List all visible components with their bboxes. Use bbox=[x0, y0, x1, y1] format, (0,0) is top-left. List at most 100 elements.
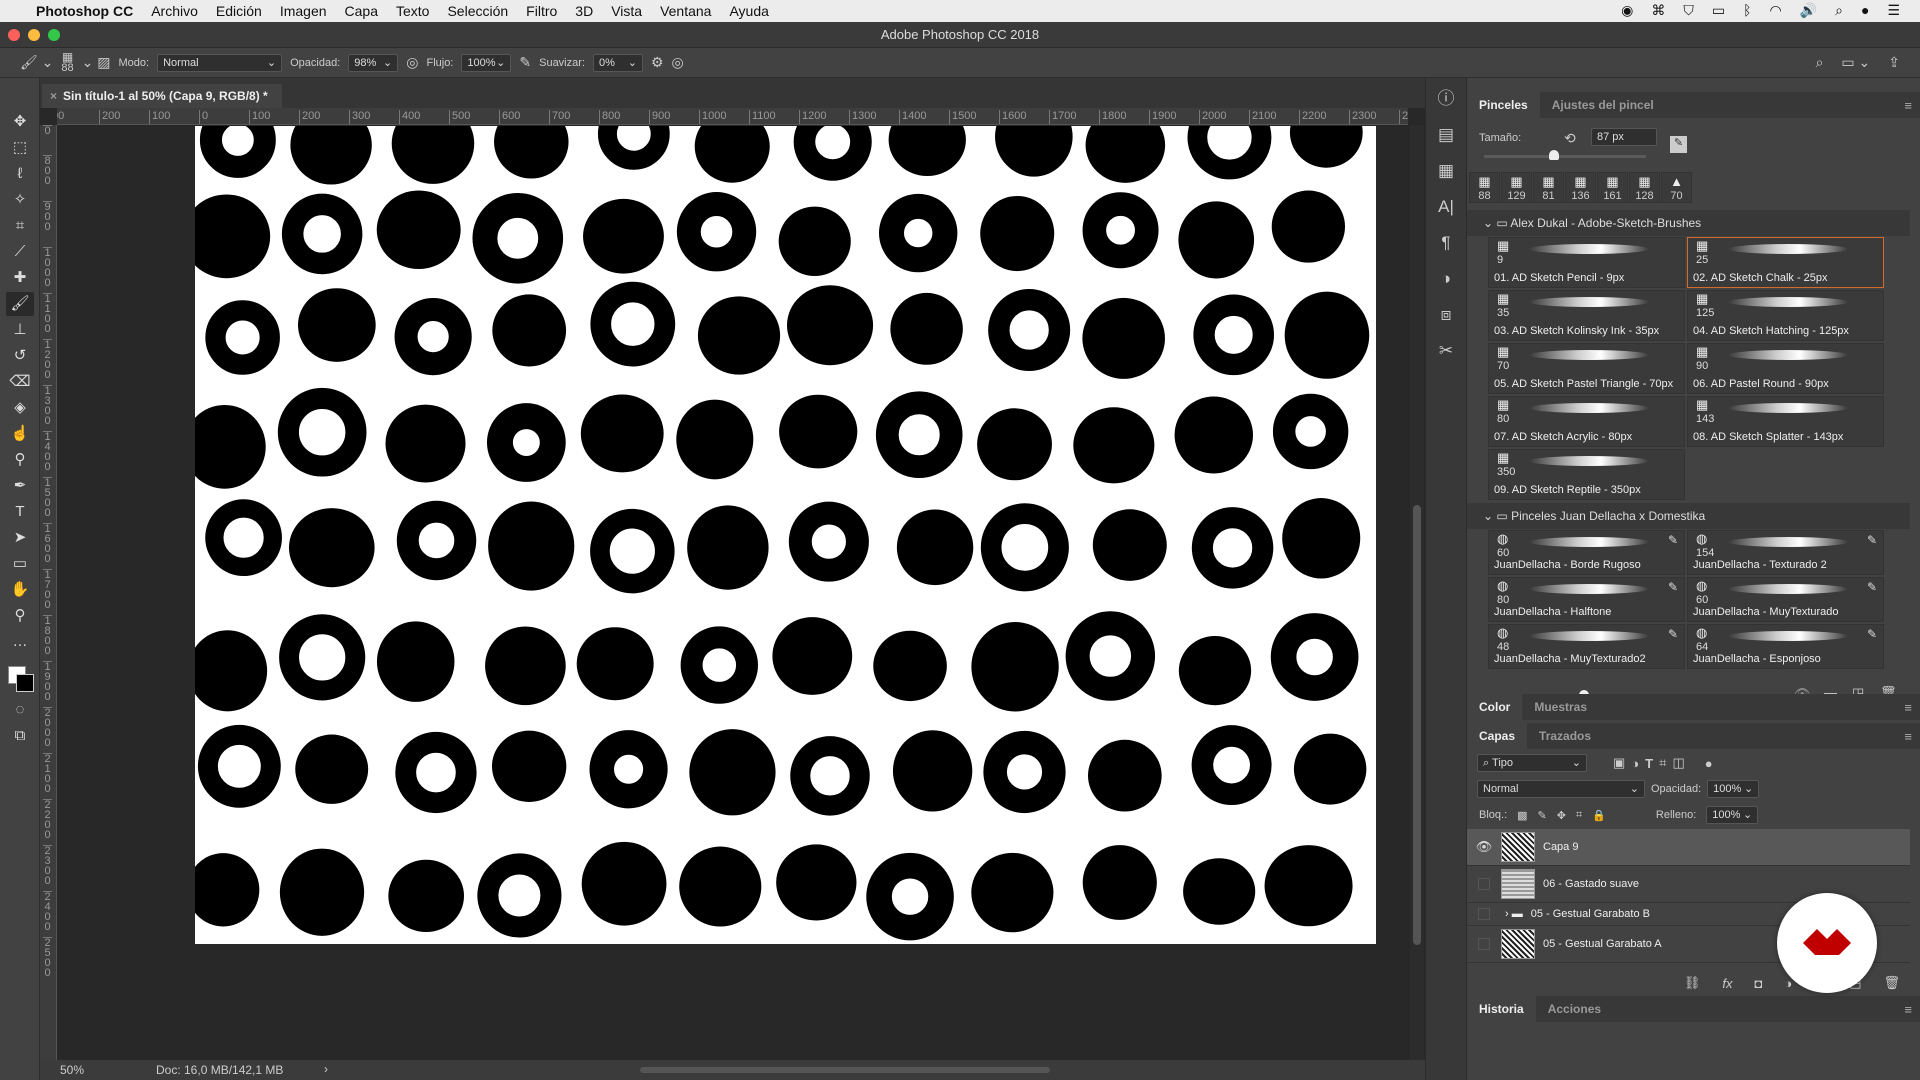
filter-toggle[interactable]: ● bbox=[1705, 756, 1713, 771]
brush-item[interactable]: ▦ 125 04. AD Sketch Hatching - 125px bbox=[1687, 290, 1884, 341]
menu-capa[interactable]: Capa bbox=[345, 3, 378, 19]
add-mask-icon[interactable]: ◘ bbox=[1754, 976, 1762, 991]
brush-preset[interactable]: ▦ 128 bbox=[1629, 172, 1660, 203]
shield-icon[interactable]: ⛉ bbox=[1683, 2, 1694, 19]
mode-select[interactable]: Normal ⌄ bbox=[157, 53, 283, 72]
menu-app[interactable]: Photoshop CC bbox=[36, 3, 133, 19]
brush-item[interactable]: ▦ 80 07. AD Sketch Acrylic - 80px bbox=[1488, 396, 1685, 447]
brush-edit-icon[interactable]: ✎ bbox=[1668, 533, 1678, 547]
brush-item[interactable]: ◍ 48 JuanDellacha - MuyTexturado2 ✎ bbox=[1488, 624, 1685, 669]
visibility-toggle[interactable] bbox=[1478, 908, 1490, 920]
pressure-size-icon[interactable]: ◎ bbox=[672, 54, 684, 71]
share-icon[interactable]: ⇪ bbox=[1888, 54, 1900, 71]
tab-acciones[interactable]: Acciones bbox=[1536, 996, 1613, 1022]
chevron-down-icon[interactable]: ⌄ ▭ bbox=[1483, 509, 1511, 523]
brush-tool-icon[interactable]: 🖌 ⌄ bbox=[20, 54, 53, 71]
brush-item[interactable]: ◍ 80 JuanDellacha - Halftone ✎ bbox=[1488, 577, 1685, 622]
more-icon[interactable]: … bbox=[6, 630, 34, 654]
brush-item[interactable]: ▦ 70 05. AD Sketch Pastel Triangle - 70px bbox=[1488, 343, 1685, 394]
zoom-button[interactable] bbox=[48, 29, 60, 41]
brush-preset[interactable]: ▦ 136 bbox=[1565, 172, 1596, 203]
dodge-icon[interactable]: ⚲ bbox=[6, 448, 34, 472]
reset-size-icon[interactable]: ⟲ bbox=[1564, 130, 1576, 147]
eraser-icon[interactable]: ⌫ bbox=[6, 370, 34, 394]
filter-smart-object-icon[interactable]: ◫ bbox=[1672, 755, 1684, 771]
hand-icon[interactable]: ✋ bbox=[6, 578, 34, 602]
brush-preset[interactable]: ▲ 70 bbox=[1661, 172, 1692, 203]
panel-menu-icon[interactable]: ≡ bbox=[1904, 98, 1912, 113]
adjustments-icon[interactable]: ◑ bbox=[1431, 264, 1461, 294]
workspace-icon[interactable]: ▭ ⌄ bbox=[1841, 54, 1870, 71]
quick-mask-icon[interactable]: ◌ bbox=[6, 698, 34, 722]
wifi-icon[interactable]: ◠ bbox=[1769, 2, 1781, 19]
document-tab[interactable]: × Sin título-1 al 50% (Capa 9, RGB/8) * bbox=[42, 84, 282, 108]
airbrush-icon[interactable]: ✎ bbox=[519, 54, 531, 71]
magic-wand-icon[interactable]: ✧ bbox=[6, 188, 34, 212]
menu-edición[interactable]: Edición bbox=[216, 3, 262, 19]
eye-icon[interactable]: 👁 bbox=[1467, 839, 1501, 855]
screen-mode-icon[interactable]: ⧉ bbox=[6, 724, 34, 748]
brush-edit-icon[interactable]: ✎ bbox=[1867, 580, 1877, 594]
bucket-icon[interactable]: ◈ bbox=[6, 396, 34, 420]
3d-icon[interactable]: ⧈ bbox=[1431, 300, 1461, 330]
menu-texto[interactable]: Texto bbox=[396, 3, 429, 19]
link-layers-icon[interactable]: ⛓ bbox=[1684, 975, 1701, 991]
size-slider[interactable] bbox=[1484, 150, 1646, 160]
tab-pinceles[interactable]: Pinceles bbox=[1467, 92, 1540, 118]
layer-opacity-field[interactable]: 100% ⌄ bbox=[1707, 780, 1760, 798]
close-tab-icon[interactable]: × bbox=[50, 89, 57, 103]
zoom-icon[interactable]: ⚲ bbox=[6, 604, 34, 628]
brush-group-header[interactable]: ⌄ ▭ Alex Dukal - Adobe-Sketch-Brushes bbox=[1467, 210, 1910, 236]
tab-muestras[interactable]: Muestras bbox=[1522, 694, 1599, 720]
panel-menu-icon[interactable]: ≡ bbox=[1904, 700, 1912, 715]
opacity-field[interactable]: 98% ⌄ bbox=[348, 53, 399, 72]
brush-edit-icon[interactable]: ✎ bbox=[1668, 627, 1678, 641]
brush-item[interactable]: ◍ 60 JuanDellacha - MuyTexturado ✎ bbox=[1687, 577, 1884, 622]
menu-archivo[interactable]: Archivo bbox=[151, 3, 198, 19]
lock-pixels-icon[interactable]: ✎ bbox=[1538, 809, 1547, 822]
menu-selección[interactable]: Selección bbox=[447, 3, 508, 19]
character-icon[interactable]: A| bbox=[1431, 192, 1461, 222]
visibility-toggle[interactable] bbox=[1478, 938, 1490, 950]
canvas[interactable] bbox=[195, 126, 1376, 944]
blend-mode-select[interactable]: Normal ⌄ bbox=[1477, 780, 1645, 798]
search-icon[interactable]: ⌕ bbox=[1835, 2, 1843, 19]
info-icon[interactable]: ⓘ bbox=[1431, 84, 1461, 114]
brush-item[interactable]: ◍ 154 JuanDellacha - Texturado 2 ✎ bbox=[1687, 530, 1884, 575]
brush-item[interactable]: ▦ 143 08. AD Sketch Splatter - 143px bbox=[1687, 396, 1884, 447]
panel-menu-icon[interactable]: ≡ bbox=[1904, 1002, 1912, 1017]
brush-settings-icon[interactable]: ✎ bbox=[1670, 136, 1687, 153]
move-icon[interactable]: ✥ bbox=[6, 110, 34, 134]
minimize-button[interactable] bbox=[28, 29, 40, 41]
layer-row[interactable]: 👁 Capa 9 bbox=[1467, 829, 1910, 866]
filter-pixel-icon[interactable]: ▣ bbox=[1613, 755, 1625, 771]
brush-edit-icon[interactable]: ✎ bbox=[1668, 580, 1678, 594]
menu-ventana[interactable]: Ventana bbox=[660, 3, 711, 19]
filter-shape-icon[interactable]: ⌗ bbox=[1659, 755, 1666, 771]
lock-position-icon[interactable]: ✥ bbox=[1557, 809, 1566, 822]
brush-item[interactable]: ▦ 9 01. AD Sketch Pencil - 9px bbox=[1488, 237, 1685, 288]
record-icon[interactable]: ◉ bbox=[1621, 2, 1633, 19]
brush-group-header[interactable]: ⌄ ▭ Pinceles Juan Dellacha x Domestika bbox=[1467, 503, 1910, 529]
brush-item[interactable]: ▦ 350 09. AD Sketch Reptile - 350px bbox=[1488, 449, 1685, 500]
display-icon[interactable]: ▭ bbox=[1712, 2, 1725, 19]
brush-item[interactable]: ◍ 60 JuanDellacha - Borde Rugoso ✎ bbox=[1488, 530, 1685, 575]
gear-icon[interactable]: ⚙ bbox=[651, 54, 664, 71]
brush-preset[interactable]: ▦ 88 bbox=[1469, 172, 1500, 203]
command-icon[interactable]: ⌘ bbox=[1651, 2, 1665, 19]
menu-filtro[interactable]: Filtro bbox=[526, 3, 557, 19]
toggle-brush-panel-icon[interactable]: ⌄ ▨ bbox=[82, 54, 111, 71]
tools-icon[interactable]: ✂ bbox=[1431, 336, 1461, 366]
smudge-icon[interactable]: ☝ bbox=[6, 422, 34, 446]
chevron-down-icon[interactable]: ⌄ ▭ bbox=[1483, 216, 1510, 230]
bluetooth-icon[interactable]: ᛒ bbox=[1743, 2, 1751, 19]
pressure-opacity-icon[interactable]: ◎ bbox=[406, 54, 418, 71]
brush-preset-picker[interactable]: ▦ 88 bbox=[61, 51, 73, 74]
filter-adjustment-icon[interactable]: ◑ bbox=[1631, 756, 1639, 771]
fill-field[interactable]: 100% ⌄ bbox=[1706, 806, 1759, 824]
status-menu-arrow[interactable]: › bbox=[324, 1062, 328, 1076]
visibility-toggle[interactable] bbox=[1478, 878, 1490, 890]
zoom-level[interactable]: 50% bbox=[60, 1063, 84, 1077]
tab-trazados[interactable]: Trazados bbox=[1527, 723, 1603, 749]
brush-preset[interactable]: ▦ 129 bbox=[1501, 172, 1532, 203]
